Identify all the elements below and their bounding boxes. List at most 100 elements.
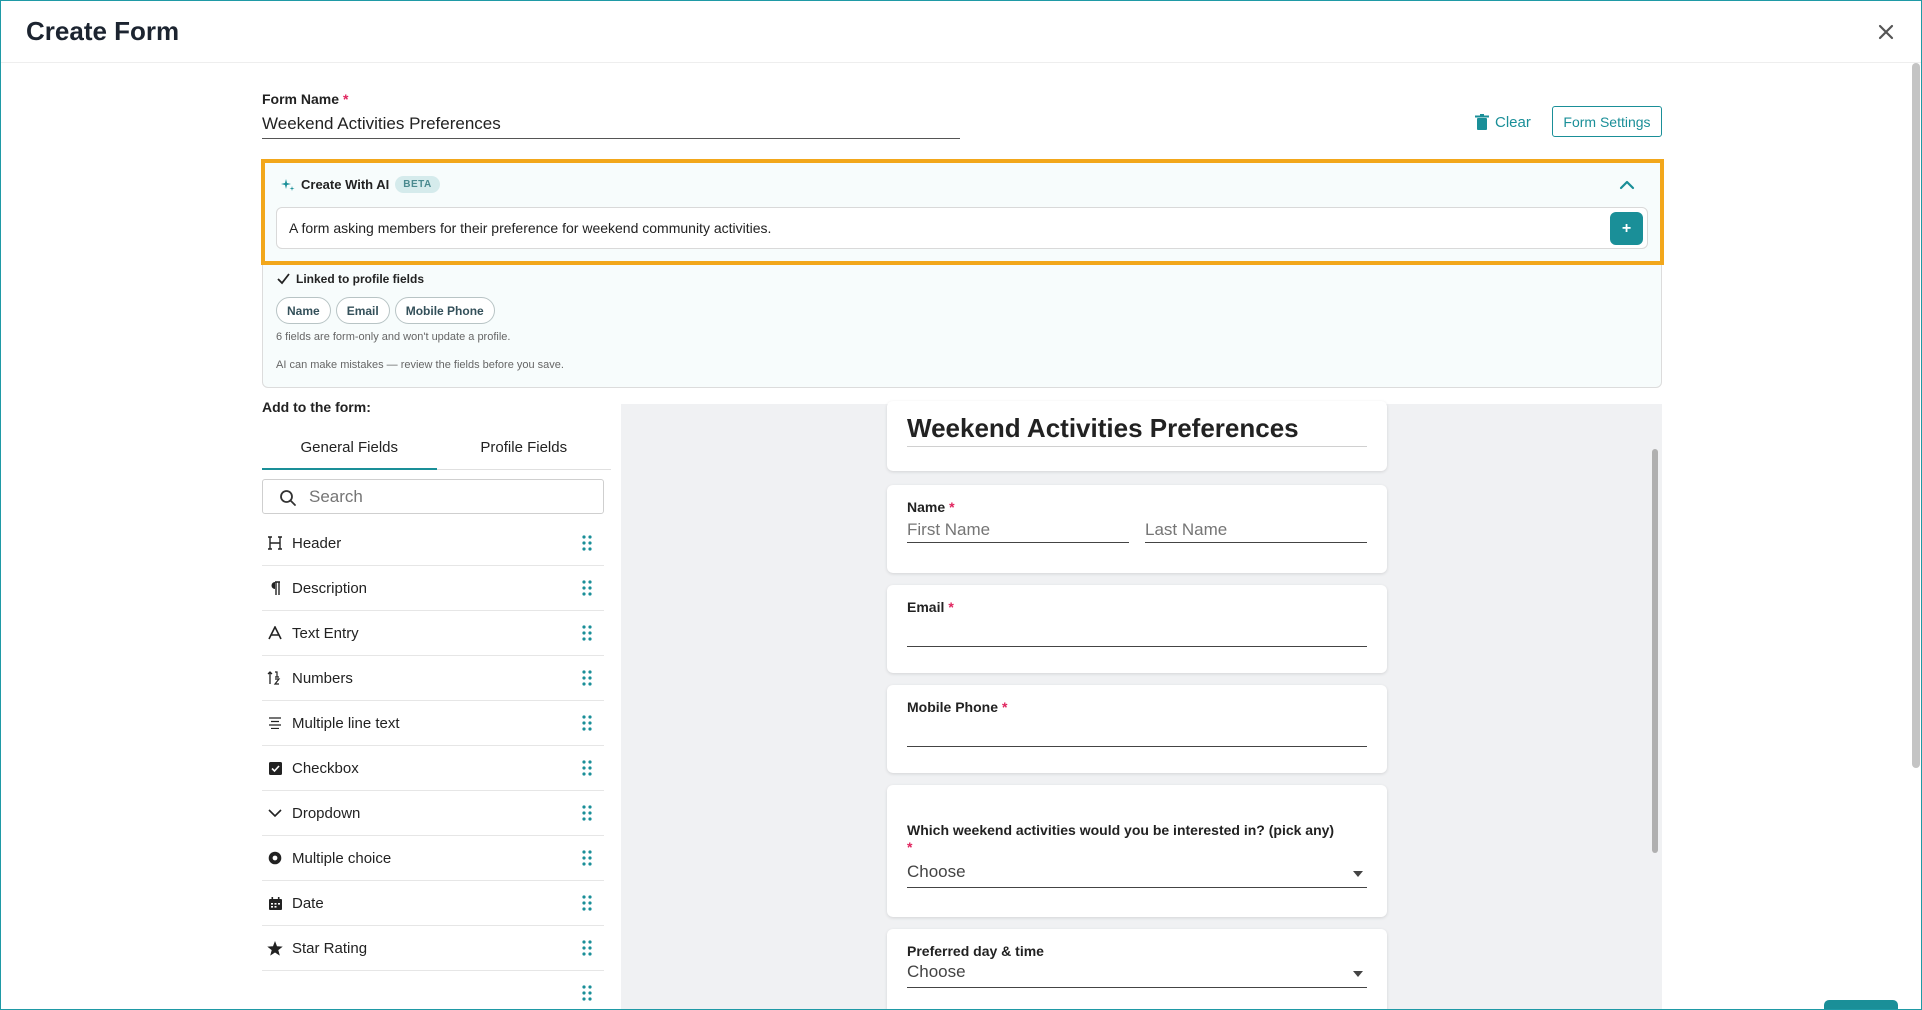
numbers-icon [264, 667, 286, 689]
mobile-field-label: Mobile Phone * [907, 699, 1007, 715]
beta-badge: BETA [395, 176, 440, 193]
email-label-text: Email [907, 599, 945, 615]
star-icon [264, 937, 286, 959]
drag-handle-icon[interactable] [582, 940, 592, 956]
last-name-input[interactable] [1145, 517, 1367, 543]
checkbox-icon [264, 757, 286, 779]
form-name-input[interactable] [262, 109, 960, 139]
preview-mobile-card[interactable]: Mobile Phone * [887, 685, 1387, 773]
drag-handle-icon[interactable] [582, 580, 592, 596]
save-button-partial[interactable] [1824, 1000, 1898, 1009]
palette-item-label: Text Entry [292, 624, 359, 642]
close-button[interactable] [1873, 19, 1899, 45]
palette-item-numbers[interactable]: Numbers [262, 656, 604, 701]
required-mark: * [948, 599, 954, 615]
canvas-scrollbar[interactable] [1652, 449, 1658, 853]
activities-select-value: Choose [907, 862, 966, 881]
add-to-form-label: Add to the form: [262, 399, 371, 415]
preview-day-time-card[interactable]: Preferred day & time Choose [887, 929, 1387, 1009]
name-label-text: Name [907, 499, 946, 515]
palette-item-multiple-line-text[interactable]: Multiple line text [262, 701, 604, 746]
tab-profile-fields[interactable]: Profile Fields [437, 426, 612, 469]
chip-email: Email [335, 297, 390, 324]
palette-item-label: Star Rating [292, 939, 368, 957]
palette-item-checkbox[interactable]: Checkbox [262, 746, 604, 791]
modal-header: Create Form [1, 1, 1921, 63]
search-icon [280, 490, 296, 506]
palette-item-label: Header [292, 534, 342, 552]
trash-icon [1475, 113, 1489, 130]
palette-item-header[interactable]: Header [262, 521, 604, 566]
palette-item-label: Description [292, 579, 368, 597]
palette-item-text-entry[interactable]: Text Entry [262, 611, 604, 656]
palette-item-label: Numbers [292, 669, 353, 687]
field-tabs: General Fields Profile Fields [262, 426, 611, 470]
clear-label: Clear [1495, 113, 1531, 131]
checkmark-icon [277, 273, 290, 285]
text-entry-icon [264, 622, 286, 644]
create-form-modal: Create Form Form Name* Clear Form Settin… [0, 0, 1922, 1010]
palette-item-date[interactable]: Date [262, 881, 604, 926]
linked-profile-fields-label: Linked to profile fields [277, 272, 424, 286]
clear-button[interactable]: Clear [1475, 110, 1531, 134]
sparkle-icon [281, 178, 295, 191]
form-name-label: Form Name * [262, 91, 348, 107]
palette-item-label: Checkbox [292, 759, 359, 777]
preview-email-card[interactable]: Email * [887, 585, 1387, 673]
mobile-phone-input[interactable] [907, 721, 1367, 747]
dropdown-icon [264, 802, 286, 824]
caret-down-icon [1353, 971, 1363, 977]
palette-item-multiple-choice[interactable]: Multiple choice [262, 836, 604, 881]
palette-item-star-rating[interactable]: Star Rating [262, 926, 604, 971]
header-icon [264, 532, 286, 554]
email-input[interactable] [907, 621, 1367, 647]
linked-field-chips: Name Email Mobile Phone [276, 297, 495, 324]
close-icon [1878, 24, 1894, 40]
ai-prompt-box: + [276, 207, 1648, 249]
email-field-label: Email * [907, 599, 954, 615]
drag-handle-icon[interactable] [582, 535, 592, 551]
drag-handle-icon[interactable] [582, 805, 592, 821]
drag-handle-icon[interactable] [582, 850, 592, 866]
multiline-icon [264, 712, 286, 734]
preview-form-title: Weekend Activities Preferences [907, 413, 1367, 447]
drag-handle-icon[interactable] [582, 760, 592, 776]
preview-name-card[interactable]: Name * [887, 485, 1387, 573]
chip-name: Name [276, 297, 331, 324]
ai-title-text: Create With AI [301, 177, 390, 192]
palette-item-label: Dropdown [292, 804, 361, 822]
page-scrollbar[interactable] [1912, 63, 1920, 768]
palette-item-description[interactable]: Description [262, 566, 604, 611]
form-only-note: 6 fields are form-only and won't update … [276, 331, 511, 343]
activities-label-text: Which weekend activities would you be in… [907, 822, 1335, 838]
field-palette-list: Header Description Text Entry Numbers Mu… [262, 521, 604, 1009]
palette-item-label: Multiple choice [292, 849, 392, 867]
first-name-input[interactable] [907, 517, 1129, 543]
drag-handle-icon[interactable] [582, 625, 592, 641]
preview-title-card[interactable]: Weekend Activities Preferences [887, 401, 1387, 471]
drag-handle-icon[interactable] [582, 670, 592, 686]
tab-general-fields[interactable]: General Fields [262, 426, 437, 470]
preview-activities-card[interactable]: Which weekend activities would you be in… [887, 785, 1387, 917]
drag-handle-icon[interactable] [582, 985, 592, 1001]
ai-submit-button[interactable]: + [1610, 212, 1643, 245]
chevron-up-icon [1619, 180, 1635, 190]
collapse-ai-button[interactable] [1615, 174, 1639, 196]
ai-title: Create With AI BETA [281, 176, 440, 193]
palette-item-partial[interactable] [262, 971, 604, 1009]
ai-prompt-input[interactable] [289, 214, 1589, 242]
day-time-select-value: Choose [907, 962, 966, 981]
mobile-label-text: Mobile Phone [907, 699, 998, 715]
paragraph-icon [264, 577, 286, 599]
palette-item-label: Multiple line text [292, 714, 400, 732]
chip-mobile-phone: Mobile Phone [394, 297, 495, 324]
day-time-select[interactable]: Choose [907, 962, 1367, 988]
form-settings-button[interactable]: Form Settings [1552, 106, 1662, 137]
calendar-icon [264, 892, 286, 914]
palette-item-dropdown[interactable]: Dropdown [262, 791, 604, 836]
activities-select[interactable]: Choose [907, 862, 1367, 888]
field-search-input[interactable] [309, 485, 589, 509]
activities-field-label: Which weekend activities would you be in… [907, 822, 1367, 856]
drag-handle-icon[interactable] [582, 895, 592, 911]
drag-handle-icon[interactable] [582, 715, 592, 731]
